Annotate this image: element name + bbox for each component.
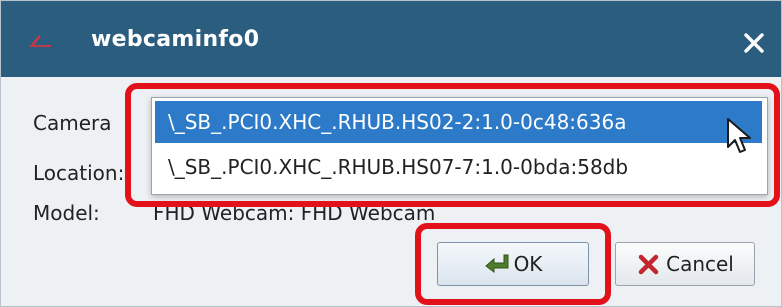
ok-button-label: OK <box>513 252 543 276</box>
dialog-body: Camera Location: Model: FHD Webcam: FHD … <box>1 77 781 306</box>
mouse-pointer-icon <box>727 118 751 153</box>
dialog-window: webcaminfo0 Camera Location: Model: FHD … <box>0 0 782 307</box>
location-label: Location: <box>33 161 125 185</box>
camera-label: Camera <box>33 111 112 135</box>
close-icon[interactable] <box>741 30 767 56</box>
camera-dropdown-list[interactable]: \_SB_.PCI0.XHC_.RHUB.HS02-2:1.0-0c48:636… <box>151 97 768 195</box>
cancel-button[interactable]: Cancel <box>615 242 755 286</box>
window-title: webcaminfo0 <box>91 27 260 52</box>
model-value: FHD Webcam: FHD Webcam <box>153 201 436 225</box>
cancel-button-label: Cancel <box>666 252 734 276</box>
title-bar: webcaminfo0 <box>1 1 781 77</box>
red-x-icon <box>638 254 659 275</box>
camera-option[interactable]: \_SB_.PCI0.XHC_.RHUB.HS07-7:1.0-0bda:58d… <box>155 146 762 188</box>
check-arrow-icon <box>484 254 509 273</box>
ok-button[interactable]: OK <box>437 242 589 286</box>
model-label: Model: <box>33 201 100 225</box>
camera-option-selected[interactable]: \_SB_.PCI0.XHC_.RHUB.HS02-2:1.0-0c48:636… <box>155 101 762 143</box>
app-logo-icon <box>29 35 51 47</box>
